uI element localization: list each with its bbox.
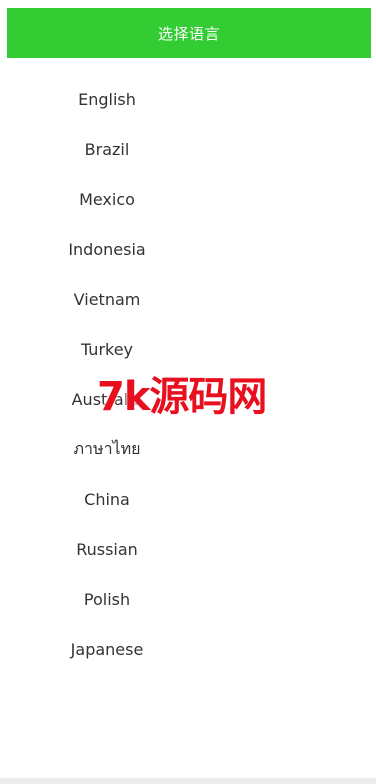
- language-select-page: 选择语言 English Brazil Mexico Indonesia Vie…: [0, 0, 376, 784]
- language-item-mexico[interactable]: Mexico: [0, 174, 214, 224]
- page-title: 选择语言: [157, 24, 220, 43]
- header-bar: 选择语言: [7, 8, 371, 58]
- language-item-russian[interactable]: Russian: [0, 524, 214, 574]
- language-list: English Brazil Mexico Indonesia Vietnam …: [0, 74, 214, 674]
- language-item-japanese[interactable]: Japanese: [0, 624, 214, 674]
- language-item-australia[interactable]: Australia: [0, 374, 214, 424]
- language-item-thai[interactable]: ภาษาไทย: [0, 424, 214, 474]
- language-item-china[interactable]: China: [0, 474, 214, 524]
- language-item-turkey[interactable]: Turkey: [0, 324, 214, 374]
- language-item-polish[interactable]: Polish: [0, 574, 214, 624]
- language-item-english[interactable]: English: [0, 74, 214, 124]
- language-item-brazil[interactable]: Brazil: [0, 124, 214, 174]
- bottom-edge-bar: [0, 778, 376, 784]
- language-item-vietnam[interactable]: Vietnam: [0, 274, 214, 324]
- language-item-indonesia[interactable]: Indonesia: [0, 224, 214, 274]
